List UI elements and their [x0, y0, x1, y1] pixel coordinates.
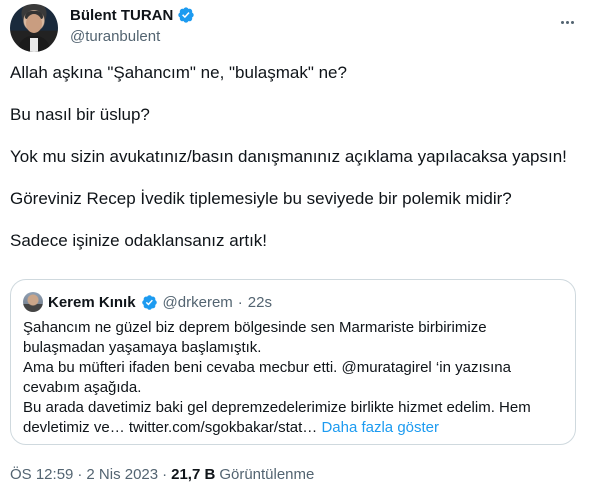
meta-separator: ·: [162, 466, 168, 483]
quoted-tweet[interactable]: Kerem Kınık @drkerem · 22s Şahancım ne g…: [10, 279, 576, 445]
quoted-author-name: Kerem Kınık: [48, 293, 136, 311]
show-more-link[interactable]: Daha fazla göster: [321, 419, 439, 436]
quoted-separator: ·: [237, 293, 243, 311]
quoted-author-handle: @drkerem: [162, 293, 233, 311]
views-count: 21,7 B: [171, 466, 216, 483]
more-options-icon[interactable]: [557, 12, 577, 32]
tweet-time[interactable]: ÖS 12:59: [10, 466, 73, 483]
quoted-author-avatar: [23, 292, 43, 312]
views-label: Görüntülenme: [219, 466, 315, 483]
author-name-row: Bülent TURAN: [70, 6, 195, 24]
quoted-line: bulaşmadan yaşamaya başlamıştık.: [23, 339, 262, 356]
author-display-name[interactable]: Bülent TURAN: [70, 7, 173, 24]
tweet-card: Bülent TURAN @turanbulent Allah aşkına "…: [0, 0, 599, 503]
quoted-tweet-text: Şahancım ne güzel biz deprem bölgesinde …: [23, 318, 563, 438]
quoted-line: devletimiz ve… twitter.com/sgokbakar/sta…: [23, 419, 318, 436]
tweet-paragraph: Yok mu sizin avukatınız/basın danışmanın…: [10, 147, 567, 166]
tweet-header: Bülent TURAN @turanbulent: [10, 4, 599, 54]
tweet-paragraph: Göreviniz Recep İvedik tiplemesiyle bu s…: [10, 189, 512, 208]
tweet-meta: ÖS 12:59 · 2 Nis 2023 · 21,7 B Görüntüle…: [10, 466, 314, 483]
quoted-tweet-header: Kerem Kınık @drkerem · 22s: [23, 292, 272, 312]
verified-badge-icon: [178, 7, 195, 23]
quoted-line: Şahancım ne güzel biz deprem bölgesinde …: [23, 319, 487, 336]
quoted-line: cevabım aşağıda.: [23, 379, 142, 396]
verified-badge-icon: [141, 294, 157, 310]
quoted-line: Bu arada davetimiz baki gel depremzedele…: [23, 399, 531, 416]
tweet-paragraph: Bu nasıl bir üslup?: [10, 105, 150, 124]
quoted-timestamp: 22s: [247, 293, 272, 311]
tweet-text: Allah aşkına "Şahancım" ne, "bulaşmak" n…: [10, 62, 570, 272]
tweet-paragraph: Allah aşkına "Şahancım" ne, "bulaşmak" n…: [10, 63, 347, 82]
tweet-paragraph: Sadece işinize odaklansanız artık!: [10, 231, 268, 250]
meta-separator: ·: [77, 466, 83, 483]
tweet-date[interactable]: 2 Nis 2023: [86, 466, 158, 483]
author-handle[interactable]: @turanbulent: [70, 28, 160, 45]
quoted-last-line: devletimiz ve… twitter.com/sgokbakar/sta…: [23, 418, 563, 438]
author-avatar[interactable]: [10, 4, 58, 52]
quoted-line: Ama bu müfteri ifaden beni cevaba mecbur…: [23, 359, 511, 376]
